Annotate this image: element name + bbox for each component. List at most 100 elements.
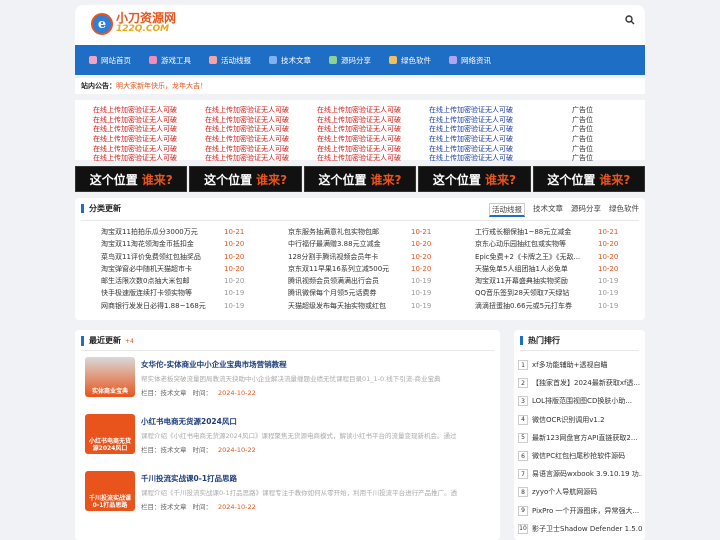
ad-link[interactable]: 在线上传加密验证无人可破	[429, 135, 513, 145]
ad-link[interactable]: 广告位	[572, 116, 593, 126]
category-row[interactable]: 淘宝双11拍拍乐瓜分3000万元 10-21	[101, 226, 271, 238]
banner-ad[interactable]: 这个位置 谁来?	[303, 166, 417, 192]
row-title[interactable]: 128分割手腾讯视频会员年卡	[288, 251, 408, 263]
hot-title[interactable]: 最新123网盘官方API直链获取2...	[532, 433, 638, 443]
ad-link[interactable]: 在线上传加密验证无人可破	[93, 154, 177, 164]
hot-item[interactable]: 5 最新123网盘官方API直链获取2...	[518, 429, 642, 447]
category-row[interactable]: 淘宝双11开幕盛典抽实物奖励 10-19	[475, 275, 645, 287]
ad-link[interactable]: 在线上传加密验证无人可破	[429, 116, 513, 126]
nav-item[interactable]: 绿色软件	[387, 45, 433, 75]
hot-item[interactable]: 1 xf多功能辅助+透视自瞄	[518, 356, 642, 374]
row-title[interactable]: 淘宝双11拍拍乐瓜分3000万元	[101, 226, 221, 238]
post-title[interactable]: 小红书电商无货源2024风口	[141, 416, 237, 427]
ad-link[interactable]: 在线上传加密验证无人可破	[205, 135, 289, 145]
row-title[interactable]: 天猫免单5人组团抽1人必免单	[475, 263, 595, 275]
ad-link[interactable]: 在线上传加密验证无人可破	[317, 106, 401, 116]
meta-cat[interactable]: 技术文章	[161, 446, 187, 454]
row-title[interactable]: 京东服务抽满意礼包实物包邮	[288, 226, 408, 238]
category-row[interactable]: 天猫免单5人组团抽1人必免单 10-20	[475, 263, 645, 275]
ad-link[interactable]: 广告位	[572, 125, 593, 135]
row-title[interactable]: 快手极速版连续打卡领实物等	[101, 287, 221, 299]
ad-link[interactable]: 在线上传加密验证无人可破	[205, 116, 289, 126]
category-row[interactable]: 快手极速版连续打卡领实物等 10-19	[101, 287, 271, 299]
hot-item[interactable]: 2 【独家首发】2024最新获取xf透...	[518, 374, 642, 392]
hot-title[interactable]: 【独家首发】2024最新获取xf透...	[532, 378, 640, 388]
row-title[interactable]: 腾讯微保每个月领5元话费券	[288, 287, 408, 299]
ad-link[interactable]: 在线上传加密验证无人可破	[429, 154, 513, 164]
row-title[interactable]: 中行福仔最满赠3.88元立减金	[288, 238, 408, 250]
post-item[interactable]: 小红书电商无货源2024风口 小红书电商无货源2024风口 课程介绍《小红书电商无货…	[85, 414, 490, 462]
meta-cat[interactable]: 技术文章	[161, 503, 187, 511]
ad-link[interactable]: 在线上传加密验证无人可破	[205, 145, 289, 155]
hot-title[interactable]: LOL排版范围视图CD换肤小助...	[532, 396, 632, 406]
row-title[interactable]: 腾讯视频会员领满满出行会员	[288, 275, 408, 287]
banner-ad[interactable]: 这个位置 谁来?	[418, 166, 531, 192]
hot-item[interactable]: 7 易语言源码wxbook 3.9.10.19 功...	[518, 465, 642, 483]
category-row[interactable]: 邮生活限次数0点抽大米包邮 10-20	[101, 275, 271, 287]
row-title[interactable]: 京东心动乐园抽红包或实物等	[475, 238, 595, 250]
row-title[interactable]: 淘宝弹窗必中随机天猫超市卡	[101, 263, 221, 275]
category-row[interactable]: 京东心动乐园抽红包或实物等 10-20	[475, 238, 645, 250]
hot-item[interactable]: 3 LOL排版范围视图CD换肤小助...	[518, 392, 642, 410]
ad-link[interactable]: 在线上传加密验证无人可破	[93, 135, 177, 145]
category-row[interactable]: 菜鸟双11评价免费领红包抽奖品 10-20	[101, 251, 271, 263]
ad-link[interactable]: 在线上传加密验证无人可破	[93, 145, 177, 155]
banner-ad[interactable]: 这个位置 谁来?	[532, 166, 646, 192]
ad-link[interactable]: 在线上传加密验证无人可破	[429, 106, 513, 116]
row-title[interactable]: 工行戒长棚保抽1~88元立减金	[475, 226, 595, 238]
row-title[interactable]: 淘宝双11开幕盛典抽实物奖励	[475, 275, 595, 287]
post-thumbnail[interactable]: 千川投流实战课0-1打品思路	[85, 471, 135, 511]
category-row[interactable]: 淘宝双11淘花领淘金币抵扣金 10-20	[101, 238, 271, 250]
hot-item[interactable]: 10 影子卫士Shadow Defender 1.5.0...	[518, 520, 642, 538]
post-item[interactable]: 实体商业宝典 女华佗-实体商业中小企业宝典市场营销教程 帮实体老板突破流量困局教流天…	[85, 357, 490, 405]
hot-title[interactable]: PixPro 一个开源图床，异常强大...	[532, 506, 639, 516]
ad-link[interactable]: 在线上传加密验证无人可破	[317, 154, 401, 164]
ad-link[interactable]: 在线上传加密验证无人可破	[429, 125, 513, 135]
ad-link[interactable]: 在线上传加密验证无人可破	[429, 145, 513, 155]
ad-link[interactable]: 在线上传加密验证无人可破	[317, 116, 401, 126]
banner-ad[interactable]: 这个位置 谁来?	[75, 166, 188, 192]
tab-2[interactable]: 源码分享	[571, 203, 601, 217]
category-row[interactable]: 腾讯视频会员领满满出行会员 10-19	[288, 275, 458, 287]
post-thumbnail[interactable]: 实体商业宝典	[85, 357, 135, 397]
ad-link[interactable]: 广告位	[572, 135, 593, 145]
hot-item[interactable]: 6 微信PC红包扫尾秒抢软件源码	[518, 447, 642, 465]
hot-title[interactable]: 易语言源码wxbook 3.9.10.19 功...	[532, 469, 642, 479]
row-title[interactable]: 京东双11早果16系列立减500元	[288, 263, 408, 275]
search-icon[interactable]	[625, 15, 635, 25]
row-title[interactable]: 天猫超级发布每天抽实物或红包	[288, 300, 408, 312]
row-title[interactable]: 菜鸟双11评价免费领红包抽奖品	[101, 251, 221, 263]
tab-0[interactable]: 活动线报	[489, 203, 525, 217]
ad-link[interactable]: 在线上传加密验证无人可破	[93, 116, 177, 126]
row-title[interactable]: QQ音乐签到28天领取7天绿钻	[475, 287, 595, 299]
tab-3[interactable]: 绿色软件	[609, 203, 639, 217]
category-row[interactable]: 京东双11早果16系列立减500元 10-20	[288, 263, 458, 275]
category-row[interactable]: 腾讯微保每个月领5元话费券 10-19	[288, 287, 458, 299]
category-row[interactable]: 京东服务抽满意礼包实物包邮 10-21	[288, 226, 458, 238]
ad-link[interactable]: 在线上传加密验证无人可破	[317, 135, 401, 145]
row-title[interactable]: Epic免费+2《卡牌之王》《无敌...	[475, 251, 595, 263]
banner-ad[interactable]: 这个位置 谁来?	[189, 166, 302, 192]
category-row[interactable]: QQ音乐签到28天领取7天绿钻 10-19	[475, 287, 645, 299]
ad-link[interactable]: 在线上传加密验证无人可破	[317, 145, 401, 155]
ad-link[interactable]: 广告位	[572, 106, 593, 116]
category-row[interactable]: 天猫超级发布每天抽实物或红包 10-19	[288, 300, 458, 312]
category-row[interactable]: Epic免费+2《卡牌之王》《无敌... 10-20	[475, 251, 645, 263]
nav-item[interactable]: 源码分享	[327, 45, 373, 75]
nav-item[interactable]: 技术文章	[267, 45, 313, 75]
post-title[interactable]: 千川投流实战课0-1打品思路	[141, 473, 237, 484]
row-title[interactable]: 邮生活限次数0点抽大米包邮	[101, 275, 221, 287]
category-row[interactable]: 滴滴扭蛋抽0.66元或5元打车券 10-19	[475, 300, 645, 312]
hot-item[interactable]: 8 zyyo个人导航网源码	[518, 483, 642, 501]
hot-item[interactable]: 9 PixPro 一个开源图床，异常强大...	[518, 502, 642, 520]
nav-item[interactable]: 活动线报	[207, 45, 253, 75]
ad-link[interactable]: 在线上传加密验证无人可破	[205, 154, 289, 164]
post-title[interactable]: 女华佗-实体商业中小企业宝典市场营销教程	[141, 359, 287, 370]
post-item[interactable]: 千川投流实战课0-1打品思路 千川投流实战课0-1打品思路 课程介绍《千川投流实战课…	[85, 471, 490, 519]
hot-title[interactable]: xf多功能辅助+透视自瞄	[532, 360, 607, 370]
ad-link[interactable]: 广告位	[572, 145, 593, 155]
row-title[interactable]: 网商银行发发日必得1.88~168元	[101, 300, 221, 312]
ad-link[interactable]: 在线上传加密验证无人可破	[205, 106, 289, 116]
ad-link[interactable]: 在线上传加密验证无人可破	[93, 106, 177, 116]
hot-title[interactable]: 影子卫士Shadow Defender 1.5.0...	[532, 524, 642, 534]
